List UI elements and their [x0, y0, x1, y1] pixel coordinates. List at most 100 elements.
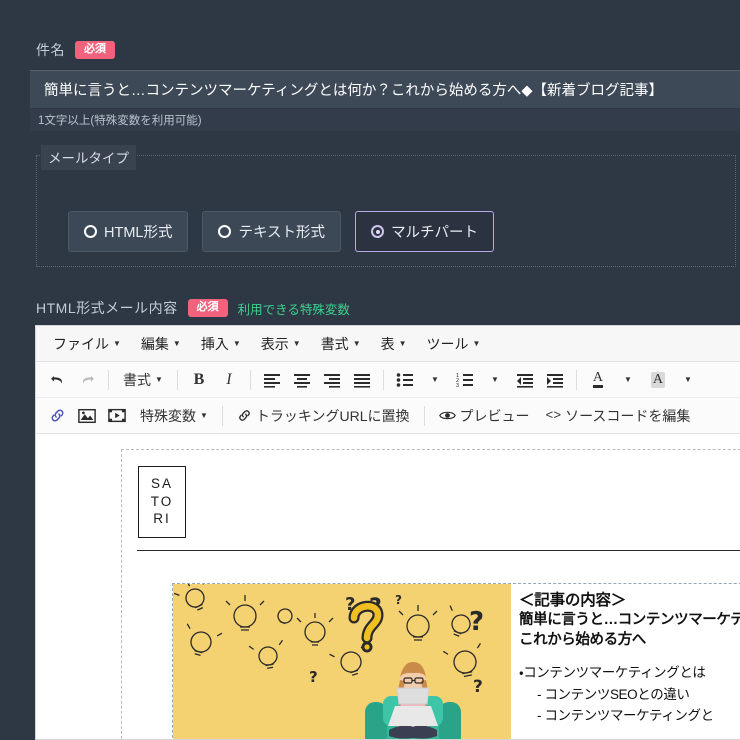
article-paragraph-line-2: これから始める方へ — [519, 632, 646, 648]
radio-dot-selected-icon — [371, 225, 385, 238]
text-color-button[interactable]: A — [583, 366, 613, 394]
radio-option-html[interactable]: HTML形式 — [68, 211, 189, 252]
mail-type-radio-group: HTML形式 テキスト形式 マルチパート — [68, 211, 495, 252]
horizontal-rule — [137, 550, 740, 551]
toolbar-separator — [221, 405, 223, 426]
toolbar-separator — [249, 369, 251, 390]
satori-logo: SA TO RI — [138, 466, 186, 538]
align-center-button[interactable] — [287, 366, 317, 394]
align-justify-icon — [353, 373, 370, 388]
italic-icon: I — [226, 370, 232, 388]
tracking-url-button[interactable]: トラッキングURLに置換 — [229, 402, 418, 430]
radio-label-multipart: マルチパート — [391, 225, 479, 241]
align-left-button[interactable] — [257, 366, 287, 394]
radio-dot-icon — [218, 225, 232, 238]
source-code-button[interactable]: <> ソースコードを編集 — [538, 402, 699, 430]
article-block: ? ? ? ? ? ? ＜記事の内容＞ 簡単に言うと…コンテンツマーケティ これ… — [172, 583, 740, 739]
radio-option-text[interactable]: テキスト形式 — [202, 211, 342, 252]
logo-line-3: RI — [153, 511, 171, 527]
subject-input[interactable]: 簡単に言うと…コンテンツマーケティングとは何か？これから始める方へ◆【新着ブログ… — [30, 70, 740, 108]
format-dropdown-label: 書式 — [123, 371, 151, 388]
svg-text:?: ? — [395, 593, 402, 607]
html-body-label-row: HTML形式メール内容 必須 利用できる特殊変数 — [0, 298, 350, 318]
list-item: コンテンツSEOとの違い — [519, 684, 740, 706]
eye-icon — [438, 411, 456, 420]
chevron-down-icon: ▼ — [200, 410, 208, 420]
chevron-down-icon: ▼ — [398, 338, 407, 348]
insert-link-button[interactable] — [42, 402, 72, 430]
subject-label: 件名 — [36, 42, 65, 58]
preview-label: プレビュー — [459, 407, 530, 424]
code-icon: <> — [545, 408, 562, 423]
text-color-icon: A — [592, 370, 603, 389]
bullet-list-dropdown[interactable]: ▼ — [420, 366, 450, 394]
chevron-down-icon: ▼ — [352, 338, 361, 348]
toolbar-separator — [575, 369, 577, 390]
menu-view[interactable]: 表示 ▼ — [252, 330, 310, 358]
editor-content-area[interactable]: SA TO RI ? ? ? ? ? ? ＜記事の内容＞ 簡単に言うと…コンテン… — [36, 434, 740, 739]
insert-image-button[interactable] — [72, 402, 102, 430]
radio-dot-icon — [84, 225, 97, 238]
align-left-icon — [263, 373, 280, 388]
bold-button[interactable]: B — [184, 366, 214, 394]
background-color-dropdown[interactable]: ▼ — [673, 366, 703, 394]
source-code-label: ソースコードを編集 — [565, 407, 691, 424]
format-dropdown[interactable]: 書式 ▼ — [115, 366, 171, 394]
chevron-down-icon: ▼ — [155, 374, 163, 384]
menu-tools[interactable]: ツール ▼ — [418, 330, 490, 358]
undo-icon — [50, 375, 62, 384]
insert-media-button[interactable] — [102, 402, 132, 430]
svg-text:3: 3 — [456, 383, 459, 388]
preview-button[interactable]: プレビュー — [431, 402, 538, 430]
background-color-button[interactable]: A — [643, 366, 673, 394]
menu-insert-label: 挿入 — [200, 335, 229, 352]
bullet-list-button[interactable] — [390, 366, 420, 394]
menu-tools-label: ツール — [426, 335, 469, 352]
menu-edit[interactable]: 編集 ▼ — [132, 330, 190, 358]
align-right-button[interactable] — [317, 366, 347, 394]
redo-button[interactable] — [72, 366, 102, 394]
text-color-dropdown[interactable]: ▼ — [613, 366, 643, 394]
subject-field-block: 件名 必須 簡単に言うと…コンテンツマーケティングとは何か？これから始める方へ◆… — [0, 38, 740, 131]
subject-hint: 1文字以上(特殊変数を利用可能) — [30, 109, 740, 131]
svg-text:?: ? — [469, 607, 484, 637]
italic-button[interactable]: I — [214, 366, 244, 394]
special-variable-dropdown[interactable]: 特殊変数 ▼ — [132, 402, 216, 430]
indent-button[interactable] — [540, 366, 570, 394]
chevron-down-icon: ▼ — [683, 374, 692, 384]
article-bullet-list: コンテンツマーケティングとは コンテンツSEOとの違い コンテンツマーケティング… — [519, 662, 740, 727]
mail-template-table: SA TO RI ? ? ? ? ? ? ＜記事の内容＞ 簡単に言うと…コンテン… — [121, 449, 740, 739]
numbered-list-button[interactable]: 1 2 3 — [450, 366, 480, 394]
align-right-icon — [323, 373, 340, 388]
align-justify-button[interactable] — [347, 366, 377, 394]
align-center-icon — [293, 373, 310, 388]
menu-format[interactable]: 書式 ▼ — [312, 330, 370, 358]
link-icon — [51, 409, 63, 422]
numbered-list-dropdown[interactable]: ▼ — [480, 366, 510, 394]
lightbulbs-illustration: ? ? ? ? ? ? — [173, 584, 511, 739]
background-color-icon: A — [650, 371, 665, 388]
undo-button[interactable] — [42, 366, 72, 394]
toolbar-separator — [176, 369, 178, 390]
toolbar-separator — [108, 369, 109, 390]
mail-type-fieldset: メールタイプ HTML形式 テキスト形式 マルチパート — [36, 145, 736, 267]
redo-icon — [82, 375, 94, 384]
outdent-button[interactable] — [510, 366, 540, 394]
chevron-down-icon: ▼ — [292, 338, 301, 348]
editor-toolbar-row-1: 書式 ▼ B I ▼ 1 2 3 ▼ A ▼ A ▼ — [36, 362, 740, 398]
subject-input-value: 簡単に言うと…コンテンツマーケティングとは何か？これから始める方へ◆【新着ブログ… — [44, 83, 663, 99]
editor-toolbar-row-2: 特殊変数 ▼ トラッキングURLに置換 プレビュー <> ソースコードを編集 — [36, 398, 740, 434]
chevron-down-icon: ▼ — [232, 338, 241, 348]
svg-text:?: ? — [473, 677, 483, 697]
menu-insert[interactable]: 挿入 ▼ — [192, 330, 250, 358]
subject-hint-text: 1文字以上(特殊変数を利用可能) — [38, 115, 202, 127]
email-editor-page: 件名 必須 簡単に言うと…コンテンツマーケティングとは何か？これから始める方へ◆… — [0, 0, 740, 740]
menu-table[interactable]: 表 ▼ — [372, 330, 416, 358]
special-variables-link[interactable]: 利用できる特殊変数 — [238, 299, 350, 318]
radio-label-html: HTML形式 — [104, 225, 173, 241]
media-icon — [108, 408, 126, 423]
mail-type-legend: メールタイプ — [41, 145, 136, 170]
chevron-down-icon: ▼ — [113, 338, 121, 348]
radio-option-multipart[interactable]: マルチパート — [355, 211, 495, 252]
menu-file[interactable]: ファイル ▼ — [44, 330, 130, 358]
